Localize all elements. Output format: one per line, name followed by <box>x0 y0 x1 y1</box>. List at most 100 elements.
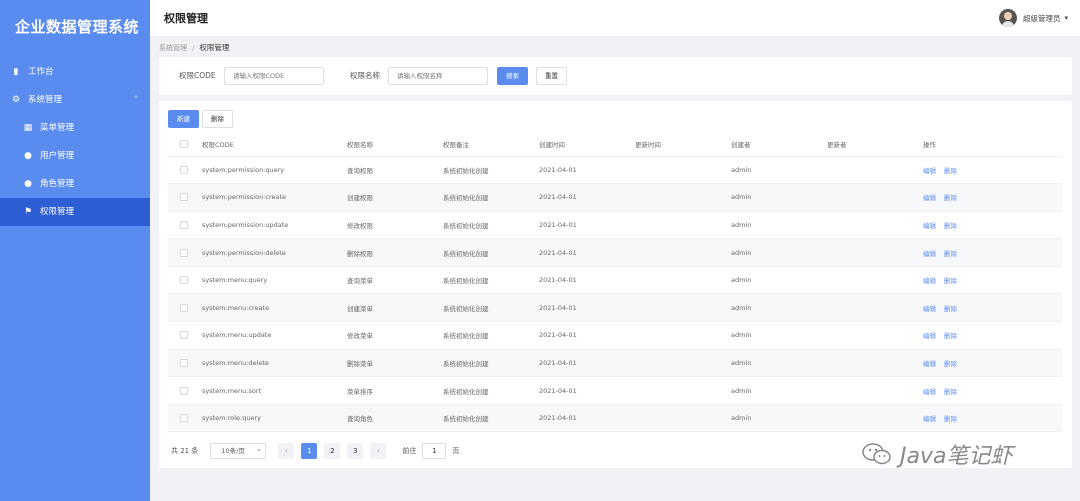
select-cell[interactable] <box>168 293 202 323</box>
select-cell[interactable] <box>168 211 202 240</box>
select-cell[interactable] <box>168 376 202 405</box>
row-checkbox[interactable] <box>180 193 188 202</box>
select-cell[interactable] <box>168 156 202 185</box>
reset-button[interactable]: 重置 <box>536 67 567 85</box>
row-checkbox[interactable] <box>180 276 188 285</box>
select-cell[interactable] <box>168 404 202 433</box>
cell-remark: 系统初始化创建 <box>443 293 539 323</box>
edit-link[interactable]: 编辑 <box>923 222 936 230</box>
select-all-cell[interactable] <box>168 133 202 157</box>
edit-link[interactable]: 编辑 <box>923 277 936 285</box>
select-all-checkbox[interactable] <box>180 140 188 149</box>
table-row: system:menu:delete 删除菜单 系统初始化创建 2021-04-01 a… <box>168 349 1062 378</box>
cell-created: 2021-04-01 <box>539 156 635 185</box>
edit-link[interactable]: 编辑 <box>923 305 936 313</box>
cell-updater <box>827 376 923 405</box>
sidebar-item[interactable]: ▮ 工作台 <box>0 58 150 86</box>
next-page-button[interactable]: › <box>370 443 387 459</box>
row-checkbox[interactable] <box>180 386 188 395</box>
sidebar-item[interactable]: ⚑ 权限管理 <box>0 198 150 226</box>
actions-cell: 编辑 删除 <box>923 238 1062 267</box>
row-checkbox[interactable] <box>180 165 188 174</box>
row-checkbox[interactable] <box>180 414 188 423</box>
select-cell[interactable] <box>168 183 202 212</box>
delete-link[interactable]: 删除 <box>944 332 957 340</box>
delete-link[interactable]: 删除 <box>944 360 957 368</box>
cell-creator: admin <box>731 321 827 350</box>
edit-link[interactable]: 编辑 <box>923 250 936 258</box>
avatar[interactable] <box>998 9 1017 27</box>
table-row: system:permission:delete 删除权限 系统初始化创建 2021-… <box>168 238 1062 267</box>
row-checkbox[interactable] <box>180 220 188 229</box>
delete-link[interactable]: 删除 <box>944 388 957 396</box>
delete-link[interactable]: 删除 <box>944 167 957 175</box>
cell-remark: 系统初始化创建 <box>443 349 539 378</box>
sidebar-item-label: 工作台 <box>28 67 54 77</box>
cell-updater <box>827 211 923 240</box>
select-cell[interactable] <box>168 238 202 267</box>
select-cell[interactable] <box>168 266 202 295</box>
sidebar-item[interactable]: ▦ 菜单管理 <box>0 114 150 142</box>
delete-link[interactable]: 删除 <box>944 415 957 423</box>
delete-link[interactable]: 删除 <box>944 250 957 258</box>
cell-updated <box>635 211 731 240</box>
user-name[interactable]: 超级管理员 <box>1023 13 1061 24</box>
batch-delete-button[interactable]: 删除 <box>202 110 233 128</box>
delete-link[interactable]: 删除 <box>944 194 957 202</box>
name-search-input[interactable] <box>388 67 488 85</box>
cell-remark: 系统初始化创建 <box>443 211 539 240</box>
select-cell[interactable] <box>168 321 202 350</box>
edit-link[interactable]: 编辑 <box>923 360 936 368</box>
new-button[interactable]: 新建 <box>168 110 199 128</box>
sidebar-item[interactable]: ● 用户管理 <box>0 142 150 170</box>
edit-link[interactable]: 编辑 <box>923 194 936 202</box>
page-button[interactable]: 2 <box>324 443 341 459</box>
cell-name: 菜单排序 <box>347 376 443 405</box>
cell-updater <box>827 293 923 323</box>
sidebar-item-label: 用户管理 <box>40 151 75 161</box>
total-count: 共 21 条 <box>171 447 199 455</box>
code-label: 权限CODE <box>179 71 216 80</box>
delete-link[interactable]: 删除 <box>944 277 957 285</box>
actions-cell: 编辑 删除 <box>923 293 1062 323</box>
cell-code: system:role:query <box>202 404 347 433</box>
cell-created: 2021-04-01 <box>539 321 635 350</box>
page-button[interactable]: 1 <box>301 443 318 459</box>
chevron-down-icon[interactable]: ▾ <box>1064 14 1068 22</box>
prev-page-button[interactable]: ‹ <box>278 443 295 459</box>
edit-link[interactable]: 编辑 <box>923 415 936 423</box>
table-row: system:menu:query 查询菜单 系统初始化创建 2021-04-01 ad… <box>168 266 1062 295</box>
edit-link[interactable]: 编辑 <box>923 167 936 175</box>
watermark: Java笔记虾 <box>862 438 1012 470</box>
page-button[interactable]: 3 <box>347 443 364 459</box>
breadcrumb-parent[interactable]: 系统管理 <box>159 44 187 52</box>
sidebar-item[interactable]: ⚙ 系统管理 ˄ <box>0 86 150 114</box>
row-checkbox[interactable] <box>180 303 188 312</box>
row-checkbox[interactable] <box>180 358 188 367</box>
table-row: system:menu:create 创建菜单 系统初始化创建 2021-04-01 a… <box>168 293 1062 323</box>
delete-link[interactable]: 删除 <box>944 305 957 313</box>
search-button[interactable]: 搜索 <box>497 67 528 85</box>
cell-remark: 系统初始化创建 <box>443 266 539 295</box>
cell-creator: admin <box>731 156 827 185</box>
column-header: 更新时间 <box>635 133 731 157</box>
table-row: system:permission:query 查询权限 系统初始化创建 2021-0… <box>168 156 1062 185</box>
sidebar-item[interactable]: ● 角色管理 <box>0 170 150 198</box>
row-checkbox[interactable] <box>180 331 188 340</box>
bar-chart-icon: ▮ <box>13 67 19 77</box>
cell-creator: admin <box>731 404 827 433</box>
edit-link[interactable]: 编辑 <box>923 332 936 340</box>
select-cell[interactable] <box>168 349 202 378</box>
user-menu[interactable]: 超级管理员 ▾ <box>998 6 1068 30</box>
table-row: system:menu:update 修改菜单 系统初始化创建 2021-04-01 a… <box>168 321 1062 350</box>
edit-link[interactable]: 编辑 <box>923 388 936 396</box>
goto-page-input[interactable]: 1 <box>422 443 447 459</box>
page-size-select[interactable]: 10条/页 ▾ <box>210 443 267 459</box>
row-checkbox[interactable] <box>180 248 188 257</box>
goto-label: 前往 <box>402 447 417 455</box>
page-size-value: 10条/页 <box>221 447 245 455</box>
code-search-input[interactable] <box>224 67 324 85</box>
breadcrumb: 系统管理 / 权限管理 <box>159 42 229 53</box>
cell-code: system:permission:update <box>202 211 347 240</box>
delete-link[interactable]: 删除 <box>944 222 957 230</box>
